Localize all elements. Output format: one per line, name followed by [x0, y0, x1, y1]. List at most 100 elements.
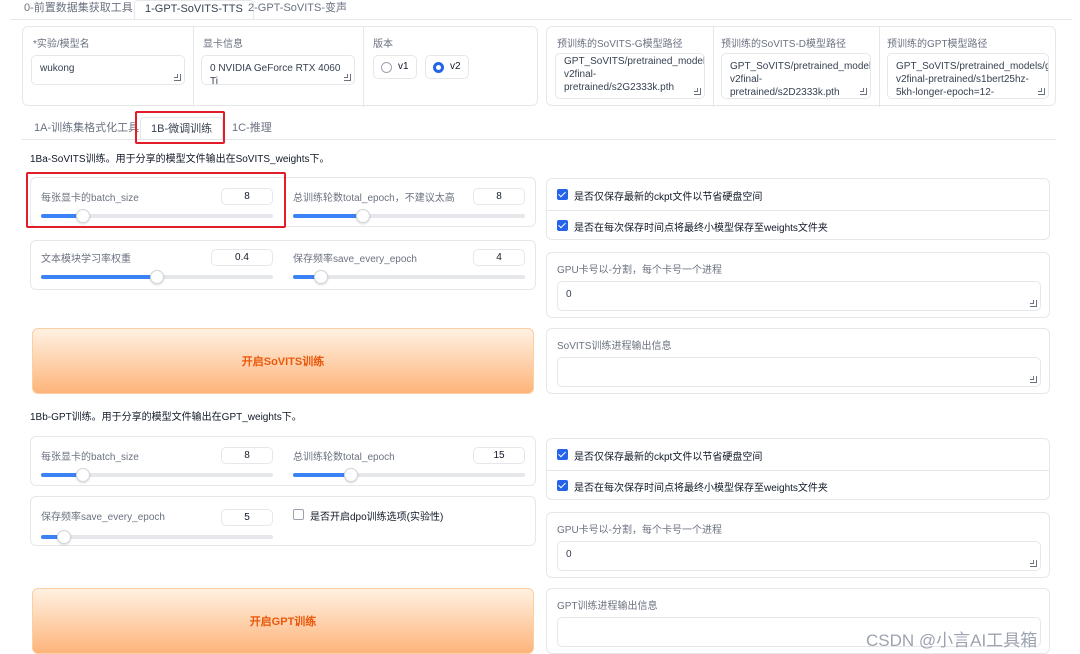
checkbox-divider: [547, 470, 1049, 471]
experiment-name-input[interactable]: wukong: [31, 55, 185, 85]
gpt-batch-input[interactable]: 8: [221, 447, 273, 464]
highlight-box: [26, 172, 286, 228]
resize-handle-icon[interactable]: [694, 88, 701, 95]
sovits-save-final-label: 是否在每次保存时间点将最终小模型保存至weights文件夹: [574, 223, 828, 234]
gpu-info-input[interactable]: 0 NVIDIA GeForce RTX 4060 Ti: [201, 55, 355, 85]
checkbox-checked-icon[interactable]: [557, 189, 568, 200]
resize-handle-icon[interactable]: [174, 74, 181, 81]
gpt-batch-label: 每张显卡的batch_size: [41, 452, 139, 463]
gpt-params-row2: 保存频率save_every_epoch 5 是否开启dpo训练选项(实验性): [30, 496, 536, 546]
resize-handle-icon[interactable]: [1030, 376, 1037, 383]
gpu-info-value: 0 NVIDIA GeForce RTX 4060 Ti: [210, 63, 341, 85]
sovits-output-panel: SoVITS训练进程输出信息: [546, 328, 1050, 394]
gpt-pretrained-path-value: GPT_SoVITS/pretrained_models/gsv-v2final…: [896, 61, 1049, 98]
sovits-gpu-label: GPU卡号以-分割，每个卡号一个进程: [557, 265, 722, 276]
sovits-save-latest-label: 是否仅保存最新的ckpt文件以节省硬盘空间: [574, 192, 763, 203]
gpt-dpo-label: 是否开启dpo训练选项(实验性): [310, 512, 444, 523]
version-label: 版本: [373, 39, 393, 50]
checkbox-checked-icon[interactable]: [557, 220, 568, 231]
gpt-pretrained-path-input[interactable]: GPT_SoVITS/pretrained_models/gsv-v2final…: [887, 53, 1049, 99]
pretrained-paths-panel: 预训练的SoVITS-G模型路径 GPT_SoVITS/pretrained_m…: [546, 26, 1056, 107]
sovits-gpu-value: 0: [566, 289, 572, 300]
gpu-info-label: 显卡信息: [203, 39, 243, 50]
sovits-gpu-panel: GPU卡号以-分割，每个卡号一个进程 0: [546, 252, 1050, 318]
version-v1-radio[interactable]: v1: [373, 55, 417, 79]
tab-gpt-sovits-tts[interactable]: 1-GPT-SoVITS-TTS: [134, 0, 254, 20]
panel-divider: [363, 27, 364, 107]
gpt-save-final-label: 是否在每次保存时间点将最终小模型保存至weights文件夹: [574, 483, 828, 494]
radio-on-icon: [433, 62, 444, 73]
tab-inference[interactable]: 1C-推理: [222, 120, 282, 140]
start-sovits-training-button[interactable]: 开启SoVITS训练: [32, 328, 534, 394]
gpt-checkbox-panel: 是否仅保存最新的ckpt文件以节省硬盘空间 是否在每次保存时间点将最终小模型保存…: [546, 438, 1050, 500]
panel-divider: [879, 27, 880, 107]
radio-off-icon: [381, 62, 392, 73]
checkbox-divider: [547, 210, 1049, 211]
watermark: CSDN @小言AI工具箱: [866, 631, 1038, 650]
resize-handle-icon[interactable]: [344, 74, 351, 81]
resize-handle-icon[interactable]: [1030, 560, 1037, 567]
sovits-g-label: 预训练的SoVITS-G模型路径: [557, 39, 683, 50]
gpt-gpu-value: 0: [566, 549, 572, 560]
sovits-section-title: 1Ba-SoVITS训练。用于分享的模型文件输出在SoVITS_weights下…: [30, 154, 330, 165]
sovits-output-label: SoVITS训练进程输出信息: [557, 341, 672, 352]
gpt-save-latest-label: 是否仅保存最新的ckpt文件以节省硬盘空间: [574, 452, 763, 463]
gpt-batch-slider[interactable]: [41, 468, 273, 482]
slider-thumb[interactable]: [344, 468, 358, 482]
gpt-gpu-input[interactable]: 0: [557, 541, 1041, 571]
slider-thumb[interactable]: [355, 209, 370, 223]
gpt-epoch-slider[interactable]: [293, 468, 525, 482]
gpt-pretrained-label: 预训练的GPT模型路径: [887, 39, 988, 50]
resize-handle-icon[interactable]: [1038, 88, 1045, 95]
sovits-params-row2: 文本模块学习率权重 0.4 保存频率save_every_epoch 4: [30, 240, 536, 290]
tab-dataset-tools[interactable]: 0-前置数据集获取工具: [14, 0, 143, 20]
sovits-g-path-input[interactable]: GPT_SoVITS/pretrained_models/gsv-v2final…: [555, 53, 705, 99]
sovits-epoch-label: 总训练轮数total_epoch，不建议太高: [293, 193, 455, 204]
sovits-save-every-label: 保存频率save_every_epoch: [293, 254, 417, 265]
resize-handle-icon[interactable]: [860, 88, 867, 95]
sovits-epoch-slider[interactable]: [293, 209, 525, 223]
sovits-d-label: 预训练的SoVITS-D模型路径: [721, 39, 847, 50]
slider-thumb[interactable]: [57, 530, 72, 544]
sovits-epoch-input[interactable]: 8: [473, 188, 525, 205]
sovits-text-lr-slider[interactable]: [41, 270, 273, 284]
highlight-box: [135, 111, 225, 144]
sovits-g-path-value: GPT_SoVITS/pretrained_models/gsv-v2final…: [564, 56, 705, 93]
sovits-save-every-input[interactable]: 4: [473, 249, 525, 266]
gpt-save-every-label: 保存频率save_every_epoch: [41, 512, 165, 523]
experiment-label: *实验/模型名: [33, 39, 90, 50]
checkbox-checked-icon[interactable]: [557, 449, 568, 460]
checkbox-unchecked-icon[interactable]: [293, 509, 304, 520]
experiment-value: wukong: [40, 63, 75, 74]
gpt-gpu-label: GPU卡号以-分割，每个卡号一个进程: [557, 525, 722, 536]
slider-thumb[interactable]: [313, 270, 328, 284]
sovits-output-box[interactable]: [557, 357, 1041, 387]
tab-voice-changer[interactable]: 2-GPT-SoVITS-变声: [238, 0, 357, 20]
sovits-save-every-slider[interactable]: [293, 270, 525, 284]
gpt-save-every-input[interactable]: 5: [221, 509, 273, 526]
checkbox-checked-icon[interactable]: [557, 480, 568, 491]
version-v1-label: v1: [398, 61, 409, 72]
gpt-save-every-slider[interactable]: [41, 530, 273, 544]
sovits-d-path-value: GPT_SoVITS/pretrained_models/gsv-v2final…: [730, 61, 871, 98]
start-gpt-training-button[interactable]: 开启GPT训练: [32, 588, 534, 654]
gpt-output-label: GPT训练进程输出信息: [557, 601, 658, 612]
tab-dataset-format[interactable]: 1A-训练集格式化工具: [24, 120, 149, 140]
sovits-gpu-input[interactable]: 0: [557, 281, 1041, 311]
sovits-checkbox-panel: 是否仅保存最新的ckpt文件以节省硬盘空间 是否在每次保存时间点将最终小模型保存…: [546, 178, 1050, 240]
slider-fill: [41, 275, 157, 279]
gpt-section-title: 1Bb-GPT训练。用于分享的模型文件输出在GPT_weights下。: [30, 412, 302, 423]
resize-handle-icon[interactable]: [1030, 300, 1037, 307]
sovits-text-lr-input[interactable]: 0.4: [211, 249, 273, 266]
gpt-epoch-label: 总训练轮数total_epoch: [293, 452, 395, 463]
sovits-text-lr-label: 文本模块学习率权重: [41, 254, 131, 265]
gpt-epoch-input[interactable]: 15: [473, 447, 525, 464]
slider-thumb[interactable]: [75, 468, 90, 482]
tab-divider: [10, 19, 1072, 20]
gpt-gpu-panel: GPU卡号以-分割，每个卡号一个进程 0: [546, 512, 1050, 578]
slider-thumb[interactable]: [150, 270, 164, 284]
slider-fill: [293, 473, 351, 477]
sovits-d-path-input[interactable]: GPT_SoVITS/pretrained_models/gsv-v2final…: [721, 53, 871, 99]
panel-divider: [193, 27, 194, 107]
version-v2-radio[interactable]: v2: [425, 55, 469, 79]
